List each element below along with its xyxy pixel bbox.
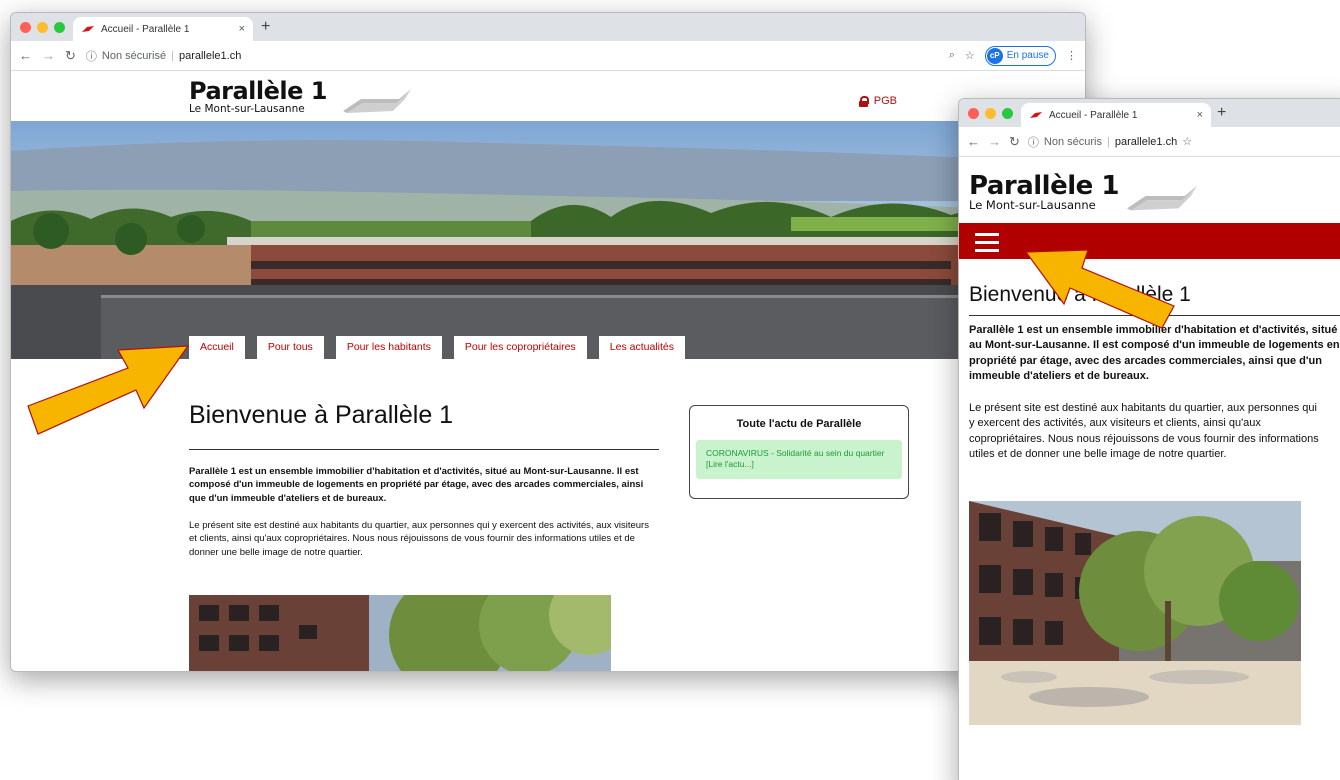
mobile-url-host: parallele1.ch bbox=[1114, 135, 1178, 148]
mobile-zoom-window-button[interactable] bbox=[1002, 108, 1013, 119]
tab-title: Accueil - Parallèle 1 bbox=[101, 23, 190, 35]
nav-tab-coproprietaires[interactable]: Pour les copropriétaires bbox=[453, 336, 587, 359]
lock-icon bbox=[858, 95, 869, 107]
nav-tab-actualites[interactable]: Les actualités bbox=[598, 336, 685, 359]
mobile-site-favicon bbox=[1030, 112, 1042, 118]
mobile-info-icon[interactable]: ⓘ bbox=[1028, 134, 1039, 150]
reload-icon[interactable]: ↻ bbox=[65, 48, 76, 64]
mobile-url-separator: | bbox=[1106, 135, 1110, 148]
courtyard-photo bbox=[189, 595, 611, 671]
mobile-address-bar[interactable]: ⓘ Non sécuris | parallele1.ch ☆ bbox=[1028, 134, 1340, 150]
news-panel-title: Toute l'actu de Parallèle bbox=[736, 418, 862, 430]
nav-tab-pour-tous[interactable]: Pour tous bbox=[256, 336, 324, 359]
profile-status: En pause bbox=[1006, 50, 1049, 61]
window-controls bbox=[20, 22, 65, 33]
zoom-icon[interactable]: ⌕ bbox=[949, 49, 955, 62]
mobile-address-toolbar: ← → ↻ ⓘ Non sécuris | parallele1.ch ☆ bbox=[959, 127, 1340, 157]
logo-mark bbox=[343, 89, 411, 113]
brand-title: Parallèle 1 bbox=[189, 77, 327, 105]
title-divider bbox=[189, 449, 659, 450]
mobile-menu-bar bbox=[959, 223, 1340, 259]
mobile-browser-window: Accueil - Parallèle 1 × + ← → ↻ ⓘ Non sé… bbox=[958, 98, 1340, 780]
hero-image bbox=[11, 121, 1085, 359]
mobile-intro-body: Le présent site est destiné aux habitant… bbox=[969, 402, 1319, 461]
mobile-tab-title: Accueil - Parallèle 1 bbox=[1049, 109, 1138, 121]
mobile-brand-title: Parallèle 1 bbox=[969, 171, 1119, 201]
member-login-link[interactable]: PGB bbox=[858, 95, 897, 107]
mobile-intro-lead: Parallèle 1 est un ensemble immobilier d… bbox=[969, 324, 1340, 383]
desktop-site: Parallèle 1 Le Mont-sur-Lausanne PGB Acc… bbox=[11, 71, 1085, 671]
site-logo[interactable]: Parallèle 1 Le Mont-sur-Lausanne bbox=[189, 79, 327, 115]
mobile-close-window-button[interactable] bbox=[968, 108, 979, 119]
mobile-site-logo[interactable]: Parallèle 1 Le Mont-sur-Lausanne bbox=[969, 173, 1119, 212]
browser-tab[interactable]: Accueil - Parallèle 1 × bbox=[73, 17, 253, 41]
mobile-tab-strip: Accueil - Parallèle 1 × + bbox=[959, 99, 1340, 127]
mobile-logo-mark bbox=[1127, 185, 1197, 211]
hamburger-icon[interactable] bbox=[975, 233, 999, 257]
mobile-courtyard-graphic bbox=[969, 501, 1301, 725]
new-tab-button[interactable]: + bbox=[261, 18, 270, 36]
minimize-window-button[interactable] bbox=[37, 22, 48, 33]
nav-tab-habitants[interactable]: Pour les habitants bbox=[335, 336, 442, 359]
intro-body: Le présent site est destiné aux habitant… bbox=[189, 520, 649, 558]
member-login-label: PGB bbox=[873, 95, 897, 107]
profile-button[interactable]: cP En pause bbox=[984, 45, 1056, 66]
desktop-browser-window: Accueil - Parallèle 1 × + ← → ↻ ⓘ Non sé… bbox=[10, 12, 1086, 672]
info-icon[interactable]: ⓘ bbox=[86, 48, 97, 64]
courtyard-graphic bbox=[189, 595, 611, 671]
mobile-courtyard-photo bbox=[969, 501, 1301, 725]
mobile-new-tab-button[interactable]: + bbox=[1217, 104, 1226, 122]
site-favicon bbox=[82, 26, 94, 32]
close-window-button[interactable] bbox=[20, 22, 31, 33]
nav-tab-accueil[interactable]: Accueil bbox=[189, 336, 245, 359]
back-icon[interactable]: ← bbox=[19, 48, 32, 63]
mobile-title-divider bbox=[969, 315, 1340, 316]
news-item[interactable]: CORONAVIRUS - Solidarité au sein du quar… bbox=[696, 440, 902, 479]
forward-icon[interactable]: → bbox=[42, 48, 55, 63]
address-toolbar: ← → ↻ ⓘ Non sécurisé | parallele1.ch ⌕ ☆… bbox=[11, 41, 1085, 71]
mobile-window-controls bbox=[968, 108, 1013, 119]
mobile-star-icon[interactable]: ☆ bbox=[1182, 135, 1192, 148]
main-navigation: Accueil Pour tous Pour les habitants Pou… bbox=[189, 336, 685, 359]
star-icon[interactable]: ☆ bbox=[965, 49, 975, 62]
url-host: parallele1.ch bbox=[178, 49, 242, 62]
mobile-site: Parallèle 1 Le Mont-sur-Lausanne Bienven… bbox=[959, 157, 1340, 780]
url-separator: | bbox=[171, 49, 174, 62]
mobile-reload-icon[interactable]: ↻ bbox=[1009, 134, 1020, 150]
toolbar-actions: ⌕ ☆ cP En pause ⋮ bbox=[949, 45, 1077, 66]
zoom-window-button[interactable] bbox=[54, 22, 65, 33]
mobile-back-icon[interactable]: ← bbox=[967, 134, 980, 149]
tab-strip: Accueil - Parallèle 1 × + bbox=[11, 13, 1085, 41]
menu-dots-icon[interactable]: ⋮ bbox=[1066, 49, 1077, 62]
news-panel: Toute l'actu de Parallèle CORONAVIRUS - … bbox=[689, 405, 909, 499]
tab-close-icon[interactable]: × bbox=[239, 23, 245, 35]
intro-lead: Parallèle 1 est un ensemble immobilier d… bbox=[189, 466, 644, 504]
page-title: Bienvenue à Parallèle 1 bbox=[189, 401, 454, 429]
security-label: Non sécurisé bbox=[101, 49, 167, 62]
hero-landscape-graphic bbox=[11, 121, 1085, 359]
screenshot-stage: Accueil - Parallèle 1 × + ← → ↻ ⓘ Non sé… bbox=[0, 0, 1340, 780]
address-bar[interactable]: ⓘ Non sécurisé | parallele1.ch bbox=[86, 48, 939, 64]
mobile-forward-icon[interactable]: → bbox=[988, 134, 1001, 149]
profile-avatar: cP bbox=[986, 47, 1003, 64]
mobile-security-label: Non sécuris bbox=[1043, 135, 1102, 148]
mobile-tab-close-icon[interactable]: × bbox=[1197, 109, 1203, 121]
mobile-browser-tab[interactable]: Accueil - Parallèle 1 × bbox=[1021, 103, 1211, 127]
mobile-minimize-window-button[interactable] bbox=[985, 108, 996, 119]
mobile-page-title: Bienvenue à Parallèle 1 bbox=[969, 283, 1191, 306]
